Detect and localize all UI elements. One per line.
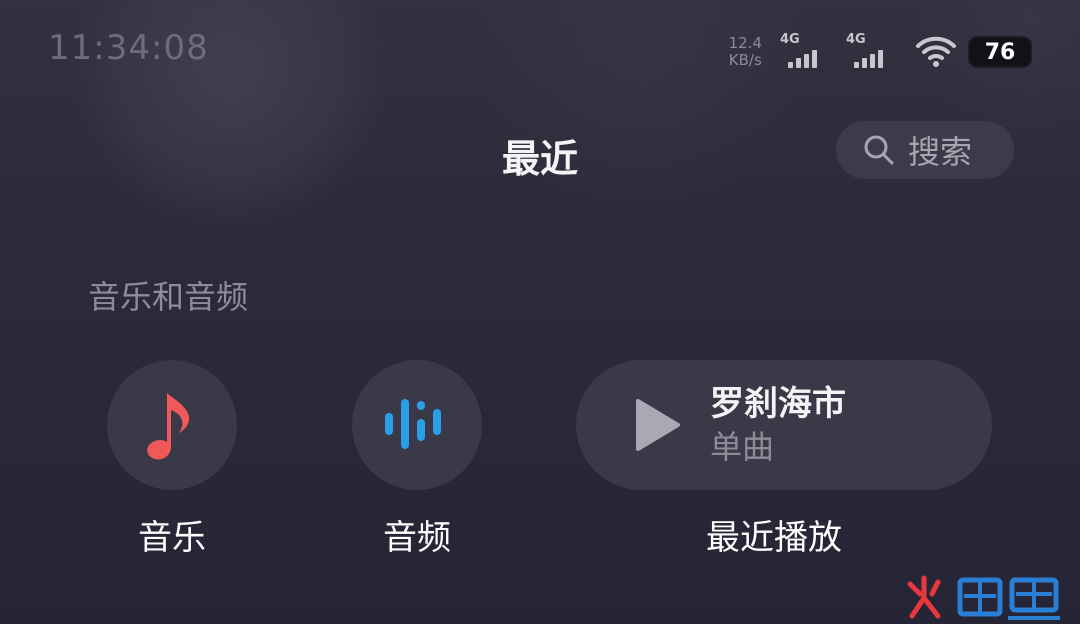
audio-label: 音频 [383, 518, 451, 558]
music-label: 音乐 [138, 518, 206, 558]
recent-play-card[interactable]: 罗刹海市 单曲 [576, 360, 992, 490]
play-icon [636, 399, 680, 451]
wifi-icon [916, 36, 956, 67]
network-speed-value: 12.4 [728, 34, 762, 52]
recent-play-label: 最近播放 [706, 518, 842, 558]
search-button[interactable]: 搜索 [836, 121, 1014, 179]
audio-entry[interactable]: 音频 [327, 360, 507, 559]
music-entry[interactable]: 音乐 [82, 360, 262, 559]
battery-icon: 76 [968, 36, 1032, 68]
search-label: 搜索 [908, 133, 973, 171]
audio-wave-icon [385, 399, 441, 449]
watermark-logo [907, 575, 1060, 620]
battery-level: 76 [984, 39, 1016, 65]
track-type: 单曲 [710, 428, 775, 466]
track-info: 罗刹海市 单曲 [710, 382, 846, 468]
network-speed: 12.4 KB/s [729, 35, 762, 69]
audio-button[interactable] [352, 360, 482, 490]
track-title: 罗刹海市 [710, 384, 846, 424]
sim1-network-label: 4G [780, 32, 800, 47]
music-note-icon [147, 393, 190, 460]
sim1-signal-icon: 4G [780, 32, 834, 72]
status-time: 11:34:08 [48, 28, 209, 68]
search-icon [864, 135, 894, 165]
section-title: 音乐和音频 [88, 278, 249, 316]
sim2-network-label: 4G [846, 32, 866, 47]
sim2-signal-icon: 4G [846, 32, 900, 72]
music-button[interactable] [107, 360, 237, 490]
network-speed-unit: KB/s [728, 51, 762, 69]
status-indicators: 12.4 KB/s 4G 4G 76 [729, 30, 1032, 74]
